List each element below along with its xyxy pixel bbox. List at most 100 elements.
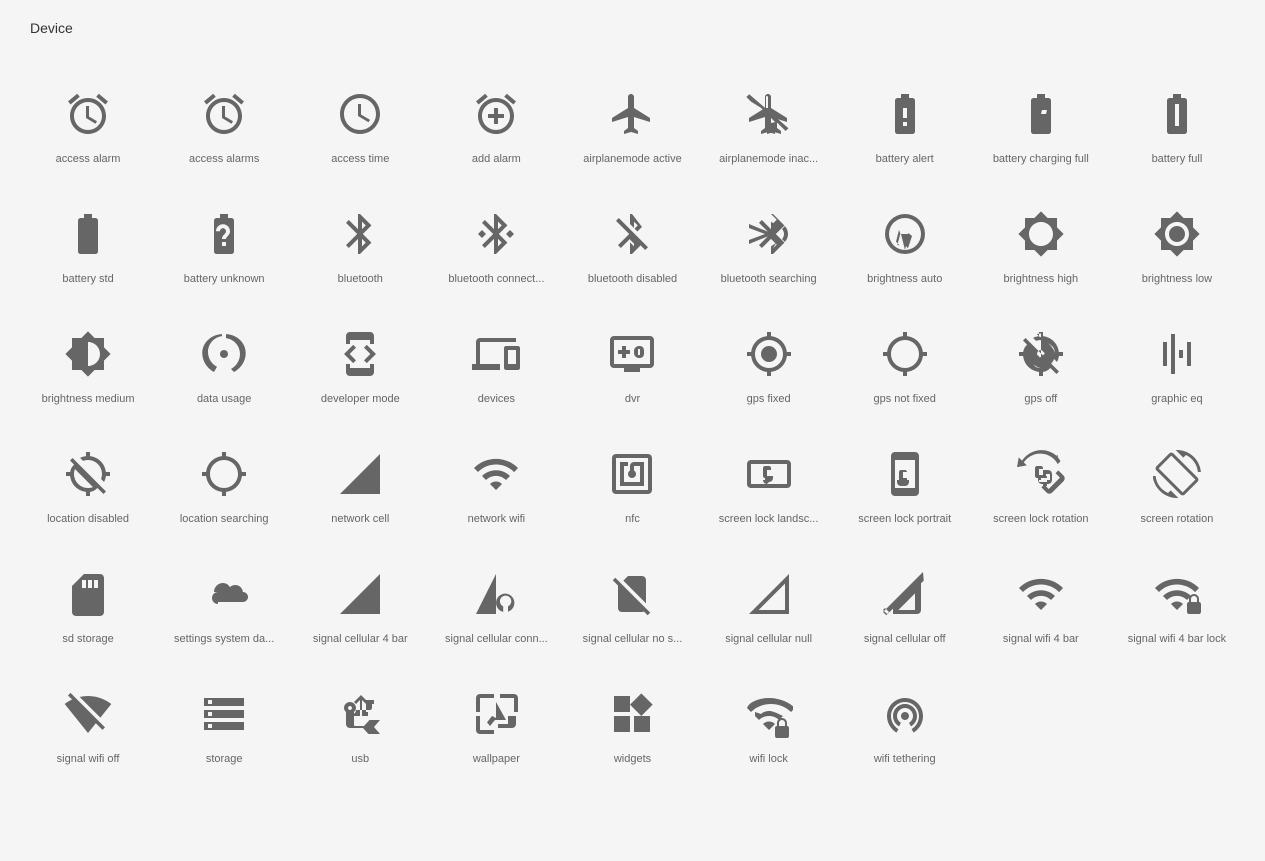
network-cell-icon (332, 446, 388, 502)
icon-cell-wallpaper[interactable]: wallpaper (428, 656, 564, 776)
battery-std-icon (60, 206, 116, 262)
icon-cell-signal-wifi-off[interactable]: signal wifi off (20, 656, 156, 776)
icon-cell-signal-cellular-off[interactable]: signal cellular off (837, 536, 973, 656)
bluetooth-disabled-label: bluetooth disabled (588, 272, 677, 286)
signal-wifi-4bar-lock-label: signal wifi 4 bar lock (1128, 632, 1226, 646)
icon-cell-screen-rotation[interactable]: screen rotation (1109, 416, 1245, 536)
battery-unknown-icon (196, 206, 252, 262)
widgets-label: widgets (614, 752, 651, 766)
usb-icon (332, 686, 388, 742)
icon-cell-signal-cellular-connected[interactable]: signal cellular conn... (428, 536, 564, 656)
icon-cell-devices[interactable]: devices (428, 296, 564, 416)
dvr-label: dvr (625, 392, 640, 406)
icon-cell-bluetooth[interactable]: bluetooth (292, 176, 428, 296)
icon-cell-location-searching[interactable]: location searching (156, 416, 292, 536)
icon-cell-signal-cellular-4bar[interactable]: signal cellular 4 bar (292, 536, 428, 656)
signal-cellular-off-icon (877, 566, 933, 622)
nfc-label: nfc (625, 512, 640, 526)
gps-fixed-icon (741, 326, 797, 382)
bluetooth-connected-label: bluetooth connect... (448, 272, 544, 286)
icon-cell-bluetooth-disabled[interactable]: bluetooth disabled (564, 176, 700, 296)
icon-cell-nfc[interactable]: nfc (564, 416, 700, 536)
screen-lock-portrait-icon (877, 446, 933, 502)
icon-cell-signal-cellular-no-sim[interactable]: signal cellular no s... (564, 536, 700, 656)
icon-cell-battery-full[interactable]: battery full (1109, 56, 1245, 176)
icon-cell-add-alarm[interactable]: add alarm (428, 56, 564, 176)
graphic-eq-icon (1149, 326, 1205, 382)
icon-cell-brightness-low[interactable]: brightness low (1109, 176, 1245, 296)
icon-cell-dvr[interactable]: dvr (564, 296, 700, 416)
icon-cell-access-alarm[interactable]: access alarm (20, 56, 156, 176)
icon-cell-brightness-auto[interactable]: brightness auto (837, 176, 973, 296)
add-alarm-icon (468, 86, 524, 142)
network-wifi-icon (468, 446, 524, 502)
signal-cellular-4bar-icon (332, 566, 388, 622)
icon-cell-screen-lock-portrait[interactable]: screen lock portrait (837, 416, 973, 536)
icon-cell-usb[interactable]: usb (292, 656, 428, 776)
icon-cell-network-wifi[interactable]: network wifi (428, 416, 564, 536)
icon-cell-settings-system-daydream[interactable]: settings system da... (156, 536, 292, 656)
dvr-icon (604, 326, 660, 382)
signal-cellular-4bar-label: signal cellular 4 bar (313, 632, 408, 646)
icon-cell-data-usage[interactable]: data usage (156, 296, 292, 416)
gps-fixed-label: gps fixed (747, 392, 791, 406)
icon-cell-network-cell[interactable]: network cell (292, 416, 428, 536)
icon-cell-gps-off[interactable]: gps off (973, 296, 1109, 416)
gps-not-fixed-icon (877, 326, 933, 382)
icon-cell-battery-std[interactable]: battery std (20, 176, 156, 296)
icon-cell-storage[interactable]: storage (156, 656, 292, 776)
icon-cell-signal-wifi-4bar[interactable]: signal wifi 4 bar (973, 536, 1109, 656)
icon-cell-bluetooth-searching[interactable]: bluetooth searching (701, 176, 837, 296)
battery-full-label: battery full (1152, 152, 1203, 166)
signal-wifi-off-label: signal wifi off (57, 752, 120, 766)
icon-cell-screen-lock-rotation[interactable]: screen lock rotation (973, 416, 1109, 536)
access-alarms-label: access alarms (189, 152, 259, 166)
network-cell-label: network cell (331, 512, 389, 526)
icon-cell-brightness-high[interactable]: brightness high (973, 176, 1109, 296)
icon-cell-empty-2 (1109, 656, 1245, 776)
widgets-icon (604, 686, 660, 742)
brightness-medium-icon (60, 326, 116, 382)
icon-cell-battery-unknown[interactable]: battery unknown (156, 176, 292, 296)
icon-cell-wifi-tethering[interactable]: wifi tethering (837, 656, 973, 776)
icon-cell-bluetooth-connected[interactable]: bluetooth connect... (428, 176, 564, 296)
icon-cell-sd-storage[interactable]: sd storage (20, 536, 156, 656)
icon-cell-location-disabled[interactable]: location disabled (20, 416, 156, 536)
icon-cell-empty-1 (973, 656, 1109, 776)
wifi-lock-icon (741, 686, 797, 742)
icon-cell-access-alarms[interactable]: access alarms (156, 56, 292, 176)
icon-cell-screen-lock-landscape[interactable]: screen lock landsc... (701, 416, 837, 536)
signal-wifi-off-icon (60, 686, 116, 742)
signal-cellular-null-icon (741, 566, 797, 622)
icon-cell-gps-not-fixed[interactable]: gps not fixed (837, 296, 973, 416)
brightness-auto-label: brightness auto (867, 272, 942, 286)
icon-cell-developer-mode[interactable]: developer mode (292, 296, 428, 416)
bluetooth-label: bluetooth (338, 272, 383, 286)
icon-cell-battery-alert[interactable]: battery alert (837, 56, 973, 176)
devices-icon (468, 326, 524, 382)
icon-cell-graphic-eq[interactable]: graphic eq (1109, 296, 1245, 416)
brightness-high-icon (1013, 206, 1069, 262)
location-searching-label: location searching (180, 512, 269, 526)
icon-cell-battery-charging-full[interactable]: battery charging full (973, 56, 1109, 176)
battery-unknown-label: battery unknown (184, 272, 265, 286)
icon-cell-signal-wifi-4bar-lock[interactable]: signal wifi 4 bar lock (1109, 536, 1245, 656)
icon-cell-airplanemode-active[interactable]: airplanemode active (564, 56, 700, 176)
gps-off-icon (1013, 326, 1069, 382)
location-searching-icon (196, 446, 252, 502)
signal-wifi-4bar-lock-icon (1149, 566, 1205, 622)
icon-cell-brightness-medium[interactable]: brightness medium (20, 296, 156, 416)
icon-cell-wifi-lock[interactable]: wifi lock (701, 656, 837, 776)
developer-mode-icon (332, 326, 388, 382)
battery-full-icon (1149, 86, 1205, 142)
icon-grid: access alarm access alarms access time a… (0, 46, 1265, 786)
icon-cell-airplanemode-inactive[interactable]: airplanemode inac... (701, 56, 837, 176)
usb-label: usb (351, 752, 369, 766)
signal-cellular-connected-icon (468, 566, 524, 622)
icon-cell-signal-cellular-null[interactable]: signal cellular null (701, 536, 837, 656)
icon-cell-widgets[interactable]: widgets (564, 656, 700, 776)
icon-cell-access-time[interactable]: access time (292, 56, 428, 176)
nfc-icon (604, 446, 660, 502)
brightness-high-label: brightness high (1004, 272, 1079, 286)
icon-cell-gps-fixed[interactable]: gps fixed (701, 296, 837, 416)
